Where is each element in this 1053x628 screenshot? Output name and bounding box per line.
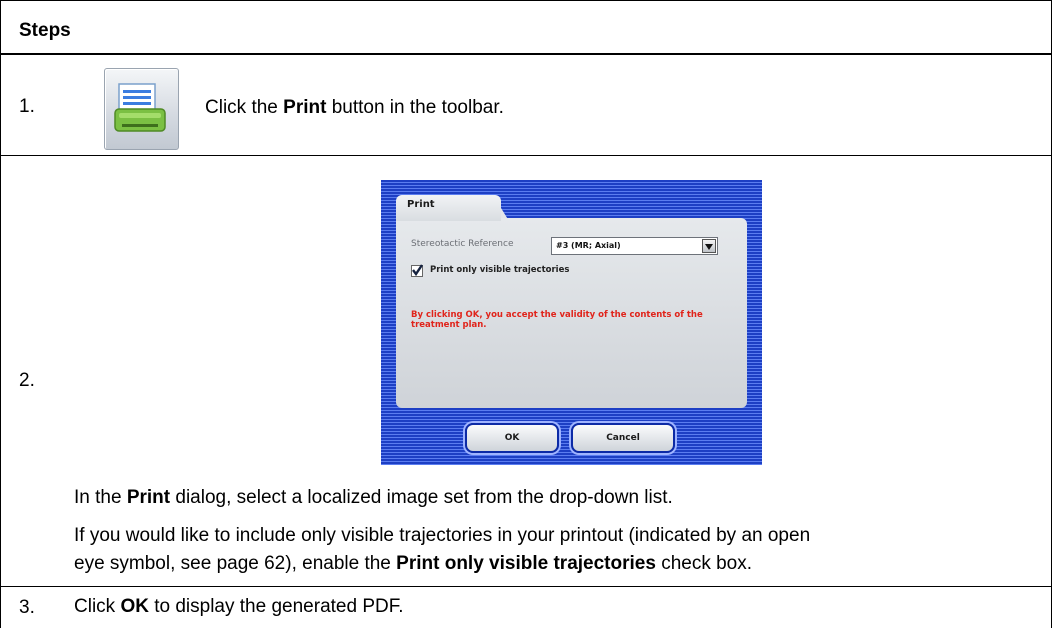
table-top-border xyxy=(1,0,1051,1)
step-2-note-line-2: eye symbol, see page 62), enable the Pri… xyxy=(74,553,753,574)
cancel-button: Cancel xyxy=(571,423,675,453)
printer-icon xyxy=(114,83,166,132)
step-1-divider xyxy=(1,155,1051,156)
step-2-divider xyxy=(1,586,1051,587)
print-dialog-screenshot: Print Stereotactic Reference #3 (MR; Axi… xyxy=(381,180,762,465)
steps-header: Steps xyxy=(19,20,71,41)
validity-warning: By clicking OK, you accept the validity … xyxy=(411,310,703,330)
step-1-text: Click the Print button in the toolbar. xyxy=(205,97,504,118)
header-divider xyxy=(1,53,1051,55)
checkmark-icon xyxy=(412,264,423,276)
print-toolbar-button xyxy=(104,68,179,150)
step-1-number: 1. xyxy=(19,96,35,117)
steps-table: Steps 1. Click the Print button in the t… xyxy=(0,0,1052,628)
step-2-note-line-1: If you would like to include only visibl… xyxy=(74,525,811,546)
step-3-number: 3. xyxy=(19,597,35,618)
chevron-down-icon xyxy=(702,239,716,253)
step-2-number: 2. xyxy=(19,370,35,391)
visible-trajectories-label: Print only visible trajectories xyxy=(430,265,570,275)
dialog-tab-print: Print xyxy=(396,195,501,221)
step-2-instruction: In the Print dialog, select a localized … xyxy=(74,487,673,508)
stereotactic-reference-label: Stereotactic Reference xyxy=(411,239,514,249)
stereotactic-reference-value: #3 (MR; Axial) xyxy=(556,241,621,250)
stereotactic-reference-select: #3 (MR; Axial) xyxy=(551,237,718,255)
step-3-text: Click OK to display the generated PDF. xyxy=(74,596,404,617)
ok-button: OK xyxy=(465,423,559,453)
visible-trajectories-checkbox xyxy=(411,264,423,277)
